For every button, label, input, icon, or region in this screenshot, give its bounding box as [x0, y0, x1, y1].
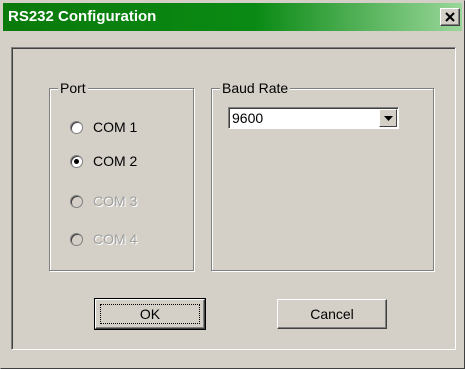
- radio-label: COM 4: [93, 231, 138, 247]
- radio-label: COM 1: [93, 119, 138, 135]
- radio-com2[interactable]: COM 2: [70, 152, 137, 170]
- baud-rate-select[interactable]: 9600: [228, 107, 399, 129]
- ok-button[interactable]: OK: [94, 298, 206, 330]
- radio-com3: COM 3: [70, 192, 137, 210]
- focus-rectangle: [100, 304, 200, 324]
- baud-rate-dropdown-button[interactable]: [379, 109, 397, 127]
- port-groupbox: Port COM 1 COM 2 COM 3 COM 4: [49, 80, 194, 271]
- radio-circle: [70, 194, 83, 208]
- radio-selected-dot: [74, 158, 79, 164]
- dialog-window: RS232 Configuration Port COM 1 COM 2 COM…: [0, 0, 465, 369]
- radio-circle: [70, 154, 83, 168]
- radio-com1[interactable]: COM 1: [70, 118, 137, 136]
- radio-com4: COM 4: [70, 230, 137, 248]
- port-group-label: Port: [58, 80, 88, 96]
- close-button[interactable]: [440, 8, 460, 26]
- radio-label: COM 3: [93, 193, 138, 209]
- radio-circle: [70, 232, 83, 246]
- window-title: RS232 Configuration: [8, 8, 157, 25]
- radio-circle: [70, 120, 83, 134]
- radio-label: COM 2: [93, 153, 138, 169]
- cancel-button-label: Cancel: [310, 306, 354, 322]
- title-bar[interactable]: RS232 Configuration: [3, 3, 462, 31]
- baud-rate-group-label: Baud Rate: [220, 80, 291, 96]
- baud-rate-value: 9600: [232, 110, 264, 126]
- cancel-button[interactable]: Cancel: [277, 299, 387, 329]
